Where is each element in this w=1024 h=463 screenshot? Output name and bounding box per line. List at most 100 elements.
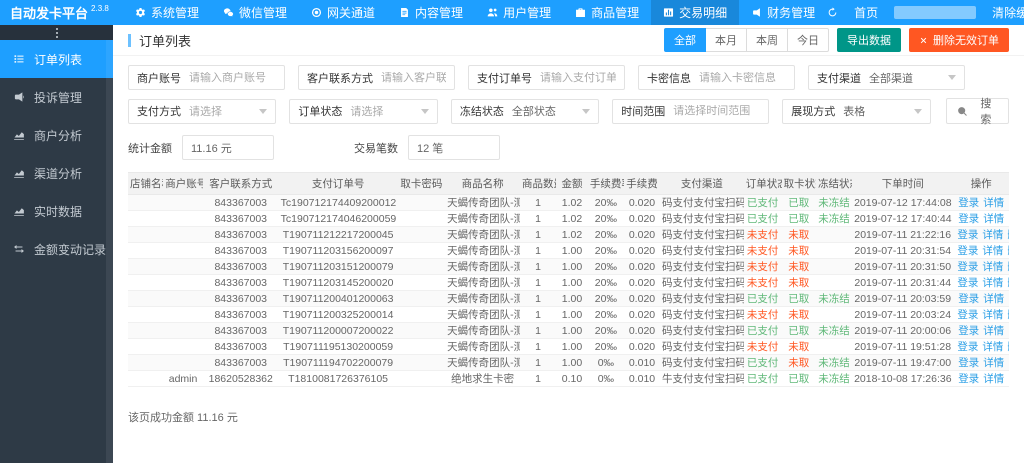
cell-contact: 843367003 — [202, 306, 279, 323]
sidebar-item-1[interactable]: 订单列表 — [0, 40, 113, 78]
login-link[interactable]: 登录 — [958, 373, 979, 385]
col-product: 商品名称 — [445, 172, 521, 195]
sidebar-item-2[interactable]: 投诉管理 — [0, 78, 113, 116]
login-link[interactable]: 登录 — [957, 277, 978, 289]
complaint-horn-icon — [13, 91, 25, 103]
delete-link[interactable]: 删除 — [1007, 245, 1009, 257]
login-link[interactable]: 登录 — [957, 261, 978, 273]
refresh-icon[interactable] — [827, 7, 838, 18]
home-link[interactable]: 首页 — [854, 4, 878, 21]
goods-icon — [575, 7, 586, 18]
filter-value: 请选择 — [350, 106, 384, 118]
login-link[interactable]: 登录 — [958, 293, 979, 305]
cell-amount: 1.00 — [556, 274, 588, 291]
sidebar-item-3[interactable]: 商户分析 — [0, 116, 113, 154]
cell-time: 2019-07-11 20:31:50 — [852, 258, 954, 275]
cell-pay_status: 未支付 — [743, 274, 782, 291]
sidebar-collapse-handle[interactable] — [0, 25, 113, 40]
topbar-menu-item-8[interactable]: 财务管理 — [739, 0, 827, 25]
detail-link[interactable]: 详情 — [982, 341, 1003, 353]
delete-link[interactable]: 删除 — [1007, 341, 1009, 353]
page-success-amount: 该页成功金额 11.16 元 — [128, 412, 238, 424]
sidebar-item-6[interactable]: 金额变动记录 — [0, 230, 113, 268]
filter-input[interactable] — [189, 71, 276, 84]
cell-channel: 码支付支付宝扫码 — [660, 226, 744, 243]
cell-take_status: 未取 — [781, 242, 816, 259]
filter-2-1[interactable]: 支付方式 请选择 — [128, 98, 277, 124]
export-button[interactable]: 导出数据 — [837, 28, 901, 52]
login-link[interactable]: 登录 — [957, 229, 978, 241]
login-link[interactable]: 登录 — [958, 213, 979, 225]
search-button[interactable]: 搜索 — [945, 98, 1009, 126]
cell-channel: 码支付支付宝扫码 — [660, 354, 744, 371]
delete-link[interactable]: 删除 — [1007, 229, 1009, 241]
topbar-menu-item-5[interactable]: 用户管理 — [475, 0, 563, 25]
detail-link[interactable]: 详情 — [983, 357, 1004, 369]
topbar-menu-item-6[interactable]: 商品管理 — [563, 0, 651, 25]
detail-link[interactable]: 详情 — [982, 261, 1003, 273]
range-tab-3[interactable]: 本周 — [746, 28, 788, 52]
redacted-nav-item[interactable] — [894, 6, 977, 19]
sidebar-scrollbar-track[interactable] — [106, 40, 113, 463]
topbar-menu-label: 用户管理 — [503, 6, 552, 20]
filter-2-2[interactable]: 订单状态 请选择 — [289, 98, 438, 124]
filter-1-5[interactable]: 支付渠道 全部渠道 — [808, 65, 965, 90]
ellipsis-v-icon — [55, 31, 58, 34]
topbar-menu-item-3[interactable]: 网关通道 — [299, 0, 387, 25]
detail-link[interactable]: 详情 — [983, 293, 1004, 305]
login-link[interactable]: 登录 — [958, 325, 979, 337]
cell-fee: 0.020 — [623, 290, 661, 307]
range-tab-2[interactable]: 本月 — [705, 28, 747, 52]
range-tab-4[interactable]: 今日 — [787, 28, 829, 52]
cell-freeze_status: 未冻结 — [815, 290, 853, 307]
brand-name: 自动发卡平台 — [10, 6, 89, 21]
detail-link[interactable]: 详情 — [982, 277, 1003, 289]
detail-link[interactable]: 详情 — [982, 245, 1003, 257]
topbar-menu-item-7[interactable]: 交易明细 — [651, 0, 740, 25]
filter-2-3[interactable]: 冻结状态 全部状态 — [450, 98, 600, 124]
filter-input[interactable] — [699, 71, 786, 84]
detail-link[interactable]: 详情 — [983, 325, 1004, 337]
cell-order_no: T190711194702200079 — [278, 354, 398, 371]
detail-link[interactable]: 详情 — [983, 213, 1004, 225]
detail-link[interactable]: 详情 — [982, 309, 1003, 321]
filter-input[interactable] — [381, 71, 446, 84]
login-link[interactable]: 登录 — [957, 245, 978, 257]
cell-channel: 码支付支付宝扫码 — [660, 338, 744, 355]
cell-merchant — [163, 306, 203, 323]
sidebar-item-label: 投诉管理 — [34, 90, 83, 105]
sidebar-item-5[interactable]: 实时数据 — [0, 192, 113, 230]
filter-input[interactable] — [673, 105, 761, 117]
login-link[interactable]: 登录 — [958, 197, 979, 209]
range-tab-1[interactable]: 全部 — [664, 28, 706, 52]
delete-link[interactable]: 删除 — [1007, 309, 1009, 321]
delete-link[interactable]: 删除 — [1007, 261, 1009, 273]
cell-qty: 1 — [520, 194, 557, 211]
topbar-menu-item-1[interactable]: 系统管理 — [123, 0, 211, 25]
caret-down-icon — [948, 75, 956, 80]
delete-invalid-button[interactable]: 删除无效订单 — [909, 28, 1009, 52]
topbar-menu-item-2[interactable]: 微信管理 — [211, 0, 299, 25]
sidebar-item-4[interactable]: 渠道分析 — [0, 154, 113, 192]
filter-input[interactable] — [540, 71, 616, 84]
filter-2-5[interactable]: 展现方式 表格 — [782, 98, 931, 124]
delete-link[interactable]: 删除 — [1007, 277, 1009, 289]
login-link[interactable]: 登录 — [957, 341, 978, 353]
clear-cache-link[interactable]: 清除缓存 — [992, 4, 1024, 21]
cell-shop — [128, 306, 164, 323]
cell-fee_rate: 20‰ — [587, 306, 624, 323]
stat-2: 交易笔数 12 笔 — [354, 135, 500, 160]
detail-link[interactable]: 详情 — [982, 229, 1003, 241]
login-link[interactable]: 登录 — [957, 309, 978, 321]
cell-take_status: 已取 — [781, 322, 816, 339]
detail-link[interactable]: 详情 — [983, 197, 1004, 209]
detail-link[interactable]: 详情 — [983, 373, 1004, 385]
cell-qty: 1 — [520, 274, 557, 291]
cell-card_pwd — [397, 370, 446, 387]
cell-freeze_status — [815, 258, 853, 275]
cell-amount: 1.02 — [556, 210, 588, 227]
cell-take_status: 已取 — [781, 210, 816, 227]
cell-channel: 码支付支付宝扫码 — [660, 322, 744, 339]
login-link[interactable]: 登录 — [958, 357, 979, 369]
topbar-menu-item-4[interactable]: 内容管理 — [387, 0, 475, 25]
